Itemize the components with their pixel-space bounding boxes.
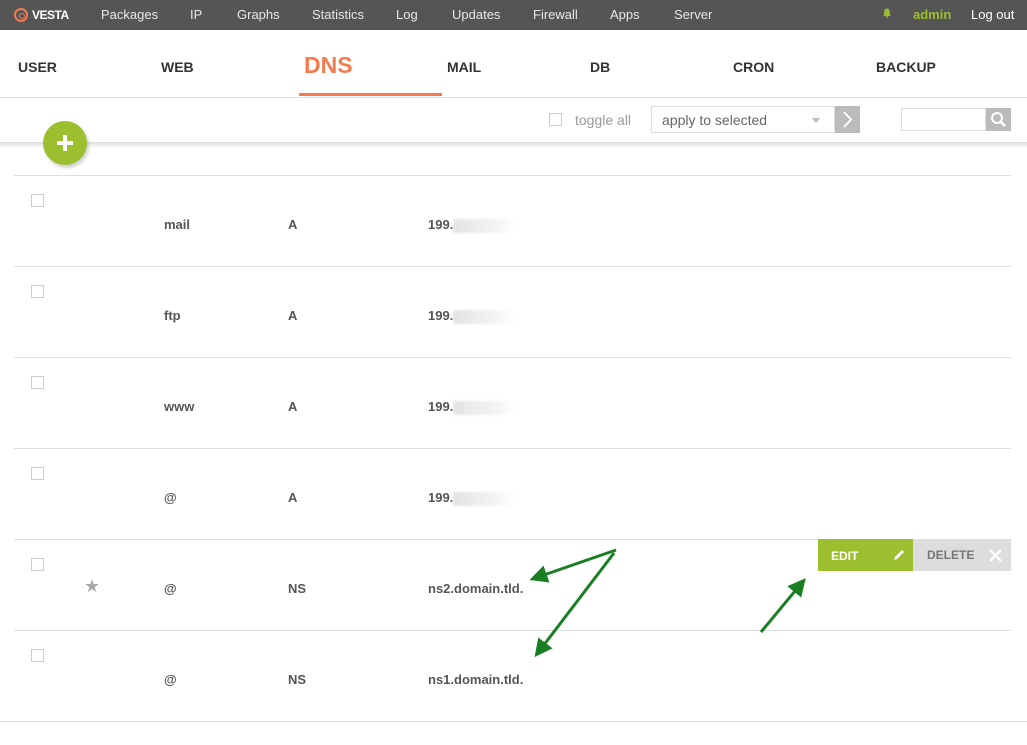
logo-text: VESTA bbox=[32, 8, 69, 22]
row-checkbox[interactable] bbox=[31, 285, 44, 298]
record-value: ns1.domain.tld. bbox=[428, 672, 524, 687]
user-link[interactable]: admin bbox=[913, 7, 951, 22]
tab-backup[interactable]: BACKUP bbox=[876, 59, 936, 75]
apply-select-value: apply to selected bbox=[662, 112, 768, 128]
record-name: www bbox=[164, 399, 195, 414]
record-value: 199. bbox=[428, 399, 518, 415]
add-record-button[interactable] bbox=[43, 121, 87, 165]
record-type: A bbox=[288, 217, 298, 232]
toggle-all-label[interactable]: toggle all bbox=[575, 112, 631, 128]
record-value: 199. bbox=[428, 217, 518, 233]
bell-icon[interactable] bbox=[882, 8, 892, 18]
apply-button[interactable] bbox=[835, 106, 860, 133]
redacted-ip bbox=[453, 400, 518, 415]
table-row: ftp A 199. bbox=[14, 266, 1011, 358]
redacted-ip bbox=[453, 491, 518, 506]
nav-packages[interactable]: Packages bbox=[101, 7, 158, 22]
tab-mail[interactable]: MAIL bbox=[447, 59, 481, 75]
nav-ip[interactable]: IP bbox=[190, 7, 202, 22]
logout-link[interactable]: Log out bbox=[971, 7, 1014, 22]
toolbar-divider bbox=[0, 142, 1027, 148]
chevron-right-icon bbox=[843, 111, 853, 128]
tab-user[interactable]: USER bbox=[18, 59, 57, 75]
delete-button[interactable]: DELETE bbox=[913, 539, 1011, 571]
logo-icon bbox=[14, 8, 28, 22]
search-button[interactable] bbox=[986, 108, 1011, 131]
nav-apps[interactable]: Apps bbox=[610, 7, 640, 22]
chevron-down-icon bbox=[812, 118, 820, 123]
row-checkbox[interactable] bbox=[31, 376, 44, 389]
star-icon[interactable]: ★ bbox=[84, 576, 100, 597]
active-tab-indicator bbox=[299, 93, 442, 96]
record-name: @ bbox=[164, 581, 177, 596]
close-icon bbox=[989, 549, 1002, 562]
table-row: @ A 199. bbox=[14, 448, 1011, 540]
edit-button[interactable]: EDIT bbox=[818, 539, 913, 571]
row-checkbox[interactable] bbox=[31, 649, 44, 662]
apply-to-selected-select[interactable]: apply to selected bbox=[651, 106, 835, 133]
tab-dns[interactable]: DNS bbox=[304, 52, 353, 79]
redacted-ip bbox=[453, 218, 518, 233]
tab-cron[interactable]: CRON bbox=[733, 59, 774, 75]
record-name: @ bbox=[164, 672, 177, 687]
nav-updates[interactable]: Updates bbox=[452, 7, 500, 22]
top-bar: VESTA Packages IP Graphs Statistics Log … bbox=[0, 0, 1027, 30]
edit-label: EDIT bbox=[831, 549, 859, 563]
record-value: 199. bbox=[428, 490, 518, 506]
tab-db[interactable]: DB bbox=[590, 59, 610, 75]
table-row: @ NS ns1.domain.tld. bbox=[14, 630, 1011, 722]
record-type: NS bbox=[288, 581, 307, 596]
record-value: ns2.domain.tld. bbox=[428, 581, 524, 596]
toggle-all-checkbox[interactable] bbox=[549, 113, 562, 126]
vesta-logo[interactable]: VESTA bbox=[14, 6, 69, 24]
record-name: ftp bbox=[164, 308, 181, 323]
nav-server[interactable]: Server bbox=[674, 7, 712, 22]
record-type: NS bbox=[288, 672, 307, 687]
pencil-icon bbox=[894, 550, 904, 560]
row-checkbox[interactable] bbox=[31, 467, 44, 480]
table-row: mail A 199. bbox=[14, 175, 1011, 267]
row-checkbox[interactable] bbox=[31, 194, 44, 207]
nav-firewall[interactable]: Firewall bbox=[533, 7, 578, 22]
record-name: @ bbox=[164, 490, 177, 505]
nav-graphs[interactable]: Graphs bbox=[237, 7, 280, 22]
record-name: mail bbox=[164, 217, 191, 232]
nav-log[interactable]: Log bbox=[396, 7, 418, 22]
table-row: www A 199. bbox=[14, 357, 1011, 449]
nav-statistics[interactable]: Statistics bbox=[312, 7, 364, 22]
record-type: A bbox=[288, 490, 298, 505]
section-tabs: USER WEB DNS MAIL DB CRON BACKUP bbox=[0, 31, 1027, 98]
redacted-ip bbox=[453, 309, 518, 324]
record-value: 199. bbox=[428, 308, 518, 324]
search-icon bbox=[991, 112, 1006, 127]
record-type: A bbox=[288, 308, 298, 323]
toolbar bbox=[0, 98, 1027, 142]
search-input[interactable] bbox=[901, 108, 986, 131]
delete-label: DELETE bbox=[927, 548, 975, 562]
row-checkbox[interactable] bbox=[31, 558, 44, 571]
tab-web[interactable]: WEB bbox=[161, 59, 194, 75]
record-type: A bbox=[288, 399, 298, 414]
table-bottom-divider bbox=[0, 721, 1027, 722]
